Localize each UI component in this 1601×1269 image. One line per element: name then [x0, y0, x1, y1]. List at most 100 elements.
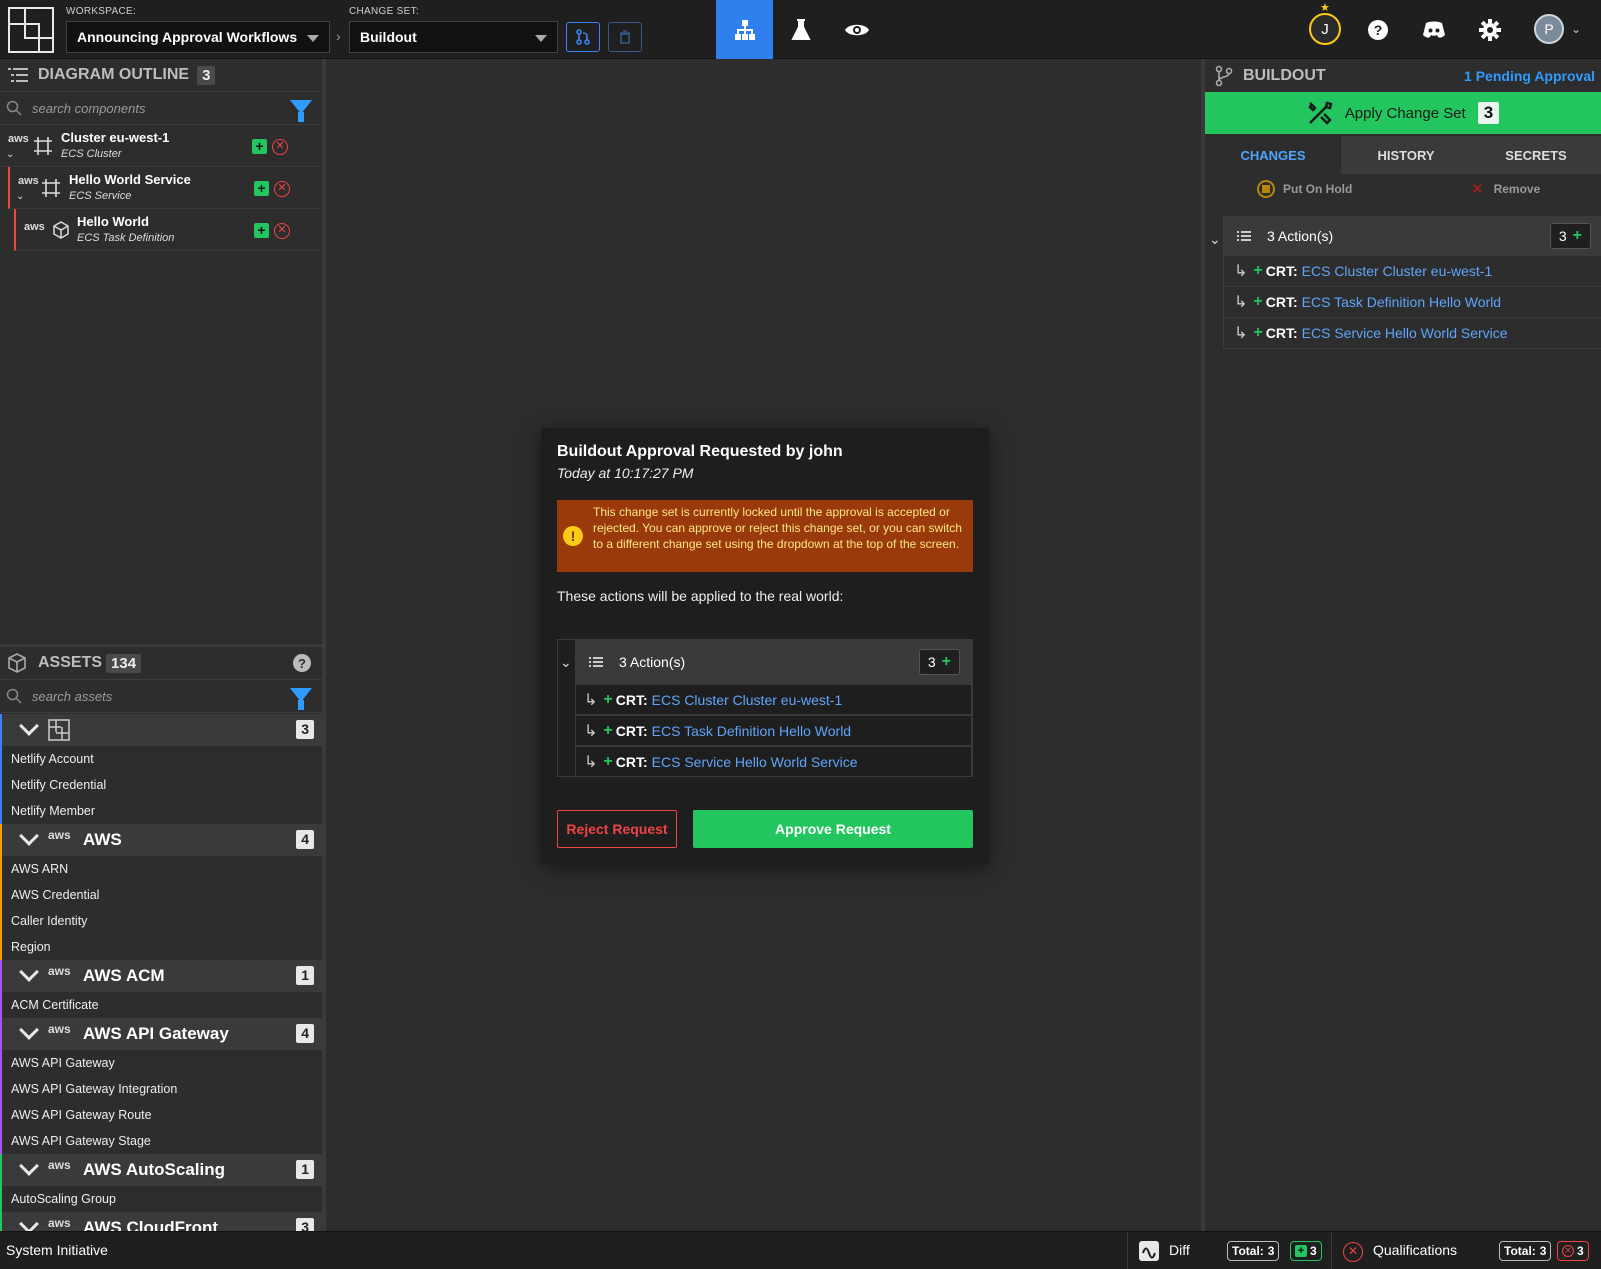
- apply-changeset-label: Apply Change Set: [1344, 104, 1466, 122]
- pending-approval-link[interactable]: 1 Pending Approval: [1464, 68, 1595, 84]
- action-row[interactable]: ↳ + CRT: ECS Task Definition Hello World: [1224, 287, 1601, 318]
- asset-item[interactable]: Caller Identity: [2, 908, 322, 934]
- asset-category-header[interactable]: aws AWS 4: [0, 824, 322, 856]
- actions-summary-header[interactable]: 3 Action(s) 3 +: [1223, 216, 1601, 256]
- action-row[interactable]: ↳ + CRT: ECS Service Hello World Service: [1224, 318, 1601, 349]
- modal-action-row[interactable]: ↳ + CRT: ECS Cluster Cluster eu-west-1: [575, 684, 972, 715]
- asset-item[interactable]: ACM Certificate: [2, 992, 322, 1018]
- asset-category-header[interactable]: aws AWS ACM 1: [0, 960, 322, 992]
- filter-icon[interactable]: [290, 688, 312, 710]
- assets-count-badge: 134: [106, 653, 142, 673]
- asset-category-count: 3: [296, 1218, 314, 1231]
- nav-diagram[interactable]: [716, 0, 773, 59]
- help-button[interactable]: ?: [1362, 14, 1394, 46]
- asset-item[interactable]: AWS API Gateway Stage: [2, 1128, 322, 1154]
- qualifications-label[interactable]: Qualifications: [1373, 1242, 1457, 1258]
- add-icon: +: [603, 721, 613, 739]
- diff-added-pill: + 3: [1290, 1241, 1322, 1261]
- workspace-select[interactable]: Announcing Approval Workflows: [66, 21, 330, 53]
- aws-logo-icon: aws: [8, 133, 29, 145]
- component-type: ECS Service: [69, 190, 132, 202]
- tab-history[interactable]: HISTORY: [1341, 136, 1471, 174]
- asset-category-header[interactable]: aws AWS AutoScaling 1: [0, 1154, 322, 1186]
- apply-changeset-button[interactable]: Apply Change Set 3: [1205, 92, 1601, 134]
- outline-component-row[interactable]: aws ⌄ Hello World Service ECS Service + …: [8, 167, 322, 209]
- tab-secrets[interactable]: SECRETS: [1471, 136, 1601, 174]
- modal-actions-header[interactable]: 3 Action(s) 3 +: [575, 640, 972, 684]
- nav-customize[interactable]: [772, 0, 829, 59]
- actions-count-box: 3 +: [1549, 223, 1591, 249]
- warning-icon: !: [563, 526, 583, 546]
- put-on-hold-button[interactable]: Put On Hold: [1257, 180, 1352, 198]
- chevron-down-icon[interactable]: ⌄: [1209, 231, 1221, 248]
- action-row[interactable]: ↳ + CRT: ECS Cluster Cluster eu-west-1: [1224, 256, 1601, 287]
- asset-item[interactable]: AWS API Gateway: [2, 1050, 322, 1076]
- asset-item[interactable]: AWS API Gateway Route: [2, 1102, 322, 1128]
- action-target-link[interactable]: ECS Service Hello World Service: [652, 754, 858, 770]
- action-target-link[interactable]: ECS Cluster Cluster eu-west-1: [652, 692, 843, 708]
- component-search[interactable]: search components: [0, 91, 322, 125]
- system-initiative-logo[interactable]: [8, 7, 54, 53]
- list-icon: [8, 68, 28, 82]
- modal-action-row[interactable]: ↳ + CRT: ECS Task Definition Hello World: [575, 715, 972, 746]
- asset-item[interactable]: Netlify Member: [2, 798, 322, 824]
- asset-search[interactable]: search assets: [0, 679, 322, 713]
- add-icon: +: [941, 653, 951, 670]
- asset-search-input[interactable]: search assets: [32, 689, 112, 704]
- changeset-select[interactable]: Buildout: [349, 21, 558, 53]
- help-icon[interactable]: ?: [292, 653, 312, 673]
- asset-category-name: AWS ACM: [83, 966, 165, 985]
- abandon-changeset-button[interactable]: [608, 22, 642, 52]
- settings-button[interactable]: [1474, 14, 1506, 46]
- action-target-link[interactable]: ECS Task Definition Hello World: [652, 723, 851, 739]
- component-search-input[interactable]: search components: [32, 101, 145, 116]
- action-target-link[interactable]: ECS Service Hello World Service: [1302, 325, 1508, 341]
- chevron-down-icon[interactable]: ⌄: [560, 654, 572, 671]
- asset-item[interactable]: Region: [2, 934, 322, 960]
- action-kind: CRT:: [1265, 294, 1298, 310]
- approve-request-button[interactable]: Approve Request: [693, 810, 973, 848]
- qualification-failed-icon: ✕: [1562, 1245, 1574, 1257]
- qual-failed-value: 3: [1577, 1244, 1584, 1258]
- asset-category-header[interactable]: aws AWS API Gateway 4: [0, 1018, 322, 1050]
- action-kind: CRT:: [615, 753, 648, 770]
- aws-logo-icon: aws: [48, 1022, 71, 1036]
- modal-title: Buildout Approval Requested by john: [557, 443, 843, 460]
- asset-item[interactable]: AWS ARN: [2, 856, 322, 882]
- right-panel: BUILDOUT 1 Pending Approval Apply Change…: [1201, 59, 1601, 1231]
- asset-category-name: AWS API Gateway: [83, 1024, 229, 1043]
- reject-request-button[interactable]: Reject Request: [557, 810, 677, 848]
- remove-button[interactable]: ✕ Remove: [1471, 180, 1540, 198]
- arrow-corner-icon: ↳: [584, 722, 598, 740]
- outline-component-row[interactable]: aws ⌄ Cluster eu-west-1 ECS Cluster + ✕: [0, 125, 322, 167]
- modal-action-row[interactable]: ↳ + CRT: ECS Service Hello World Service: [575, 746, 972, 777]
- diff-label[interactable]: Diff: [1169, 1242, 1190, 1258]
- add-icon: +: [1253, 262, 1263, 279]
- action-target-link[interactable]: ECS Task Definition Hello World: [1302, 294, 1501, 310]
- aws-logo-icon: aws: [48, 1158, 71, 1172]
- profile-avatar[interactable]: P: [1534, 14, 1564, 44]
- asset-category-header[interactable]: aws AWS CloudFront 3: [0, 1212, 322, 1231]
- tab-changes[interactable]: CHANGES: [1205, 136, 1341, 174]
- list-icon: [1237, 231, 1251, 241]
- chevron-down-icon: [535, 35, 547, 42]
- chevron-down-icon[interactable]: ⌄: [1571, 22, 1581, 36]
- filter-icon[interactable]: [290, 100, 312, 122]
- profile-avatar-initial: P: [1544, 21, 1554, 37]
- chevron-down-icon[interactable]: ⌄: [16, 191, 24, 202]
- actions-list: ↳ + CRT: ECS Cluster Cluster eu-west-1 ↳ +…: [1223, 256, 1601, 349]
- asset-item[interactable]: Netlify Credential: [2, 772, 322, 798]
- action-target-link[interactable]: ECS Cluster Cluster eu-west-1: [1302, 263, 1493, 279]
- asset-category-header[interactable]: 3: [0, 714, 322, 746]
- chevron-down-icon[interactable]: ⌄: [6, 149, 14, 160]
- aws-logo-icon: aws: [18, 175, 39, 187]
- outline-component-row[interactable]: aws Hello World ECS Task Definition + ✕: [14, 209, 322, 251]
- user-avatar[interactable]: J: [1309, 13, 1341, 45]
- discord-button[interactable]: [1418, 14, 1450, 46]
- nav-view[interactable]: [828, 0, 885, 59]
- asset-item[interactable]: Netlify Account: [2, 746, 322, 772]
- asset-item[interactable]: AutoScaling Group: [2, 1186, 322, 1212]
- asset-item[interactable]: AWS Credential: [2, 882, 322, 908]
- asset-item[interactable]: AWS API Gateway Integration: [2, 1076, 322, 1102]
- create-changeset-button[interactable]: [566, 22, 600, 52]
